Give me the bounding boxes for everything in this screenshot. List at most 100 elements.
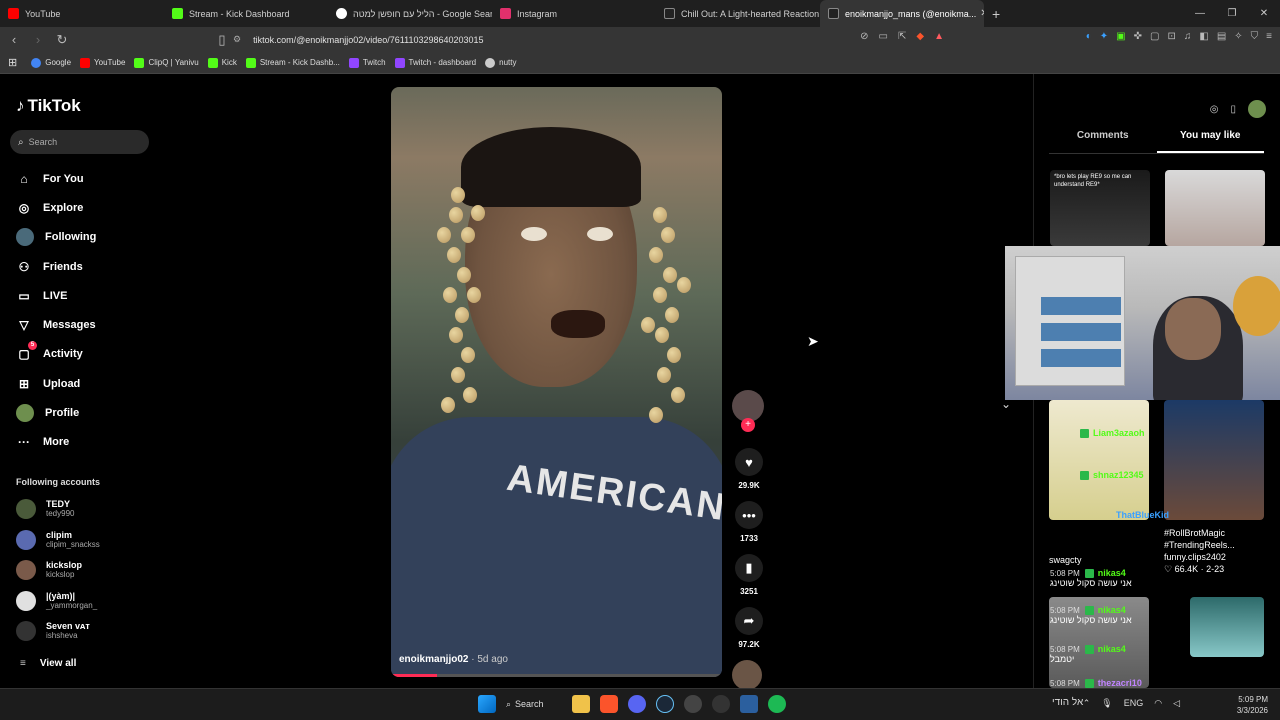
- following-account[interactable]: |(yàm)| _yammorgan_: [16, 586, 100, 617]
- brave-rewards-icon[interactable]: ▲: [934, 31, 944, 42]
- site-settings-icon[interactable]: ⚙: [233, 34, 241, 45]
- following-account[interactable]: Seven ᴠᴀᴛ ishsheva: [16, 616, 100, 647]
- following-account[interactable]: TEDY tedy990: [16, 494, 100, 525]
- chat-time: 5:08 PM: [1050, 645, 1080, 654]
- nav-more[interactable]: ··· More: [16, 428, 96, 457]
- nav-messages[interactable]: ▽ Messages: [16, 310, 96, 339]
- bookmark-nutty[interactable]: nutty: [485, 57, 516, 68]
- nav-activity[interactable]: ▢ 5 Activity: [16, 340, 96, 369]
- clock[interactable]: 5:09 PM 3/3/2026: [1237, 694, 1268, 716]
- address-bar-row: ‹ › ↻ ▯ ⚙ tiktok.com/@enoikmanjjo02/vide…: [0, 27, 1280, 52]
- tab-comments[interactable]: Comments: [1049, 130, 1157, 153]
- profile-avatar[interactable]: [1248, 100, 1266, 118]
- creator-avatar[interactable]: +: [732, 390, 764, 432]
- cast-icon[interactable]: ▭: [879, 31, 888, 42]
- bookmark-icon[interactable]: ▯: [212, 32, 232, 48]
- suggested-video-thumb[interactable]: *bro lets play RE9 so me can understand …: [1050, 170, 1150, 246]
- nav-for-you[interactable]: ⌂ For You: [16, 164, 96, 193]
- extension-2-icon[interactable]: ✦: [1100, 31, 1108, 42]
- weather-widget[interactable]: אל הודי: [1052, 697, 1083, 708]
- nav-profile[interactable]: Profile: [16, 398, 96, 427]
- share-action[interactable]: ➦ 97.2K: [732, 607, 766, 649]
- close-window-icon[interactable]: ✕: [1248, 0, 1280, 27]
- forward-icon[interactable]: ›: [28, 32, 48, 47]
- language-indicator[interactable]: ENG: [1124, 698, 1144, 709]
- nav-live[interactable]: ▭ LIVE: [16, 281, 96, 310]
- extension-6-icon[interactable]: ⊡: [1167, 31, 1175, 42]
- leo-icon[interactable]: ✧: [1234, 31, 1242, 42]
- tab-youtube[interactable]: YouTube: [0, 0, 164, 27]
- new-tab-icon[interactable]: +: [992, 6, 1000, 22]
- app-icon[interactable]: [712, 695, 730, 713]
- volume-icon[interactable]: ◁: [1173, 698, 1180, 709]
- bookmark-google[interactable]: Google: [31, 57, 71, 68]
- tab-chill-out[interactable]: Chill Out: A Light-hearted Reaction to..…: [656, 0, 820, 27]
- search-input[interactable]: ⌕ Search: [10, 130, 149, 154]
- following-account[interactable]: clipim clipim_snackss: [16, 525, 100, 556]
- bookmark-youtube[interactable]: YouTube: [80, 57, 125, 68]
- tab-instagram[interactable]: Instagram: [492, 0, 656, 27]
- file-explorer-icon[interactable]: [572, 695, 590, 713]
- bookmark-clipq[interactable]: ClipQ | Yanivu: [134, 57, 199, 68]
- video-actions: + ♥ 29.9K ••• 1733 ▮ 3251 ➦ 97.2K: [732, 390, 766, 690]
- mute-icon[interactable]: ⊘: [860, 31, 868, 42]
- taskbar-search[interactable]: ⌕ Search: [506, 699, 562, 710]
- bookmark-twitch[interactable]: Twitch: [348, 57, 386, 68]
- nav-upload[interactable]: ⊞ Upload: [16, 369, 96, 398]
- extension-3-icon[interactable]: ▣: [1116, 31, 1125, 42]
- music-disc-icon[interactable]: [732, 660, 762, 690]
- tab-kick-dashboard[interactable]: Stream - Kick Dashboard: [164, 0, 328, 27]
- back-icon[interactable]: ‹: [4, 32, 24, 47]
- extension-4-icon[interactable]: ✜: [1134, 31, 1142, 42]
- bookmark-kick-dashboard[interactable]: Stream - Kick Dashb...: [245, 57, 340, 68]
- video-player[interactable]: AMERICAN enoikmanjjo02 · 5d ago: [391, 87, 722, 677]
- reload-icon[interactable]: ↻: [52, 32, 72, 48]
- scroll-down-icon[interactable]: ⌄: [994, 393, 1018, 415]
- mic-icon[interactable]: 🎙: [1101, 698, 1112, 709]
- sidebar-toggle-icon[interactable]: ◧: [1199, 31, 1208, 42]
- bookmark-twitch-dashboard[interactable]: Twitch - dashboard: [394, 57, 476, 68]
- wallet-icon[interactable]: ▤: [1217, 31, 1226, 42]
- brave-icon[interactable]: [600, 695, 618, 713]
- chevron-up-icon[interactable]: ⌃: [1083, 698, 1091, 709]
- tab-tiktok-active[interactable]: enoikmanjjo_mans (@enoikma...✕: [820, 0, 984, 27]
- like-action[interactable]: ♥ 29.9K: [732, 448, 766, 490]
- follow-plus-icon[interactable]: +: [741, 418, 755, 432]
- apps-grid-icon[interactable]: ⊞: [8, 56, 17, 69]
- tiktok-logo[interactable]: ♪ TikTok: [16, 96, 81, 116]
- save-action[interactable]: ▮ 3251: [732, 554, 766, 596]
- view-all-button[interactable]: ≡ View all: [20, 658, 76, 669]
- video-author[interactable]: enoikmanjjo02: [399, 654, 468, 665]
- tab-label: Chill Out: A Light-hearted Reaction to..…: [681, 8, 820, 19]
- tab-close-icon[interactable]: ✕: [976, 8, 984, 19]
- vpn-icon[interactable]: ⛉: [1251, 31, 1259, 42]
- nav-friends[interactable]: ⚇ Friends: [16, 252, 96, 281]
- following-account[interactable]: kickslop kickslop: [16, 555, 100, 586]
- nav-explore[interactable]: ◎ Explore: [16, 193, 96, 222]
- url-field[interactable]: ⚙ tiktok.com/@enoikmanjjo02/video/761110…: [233, 30, 953, 49]
- app-icon[interactable]: [740, 695, 758, 713]
- comment-action[interactable]: ••• 1733: [732, 501, 766, 543]
- music-icon[interactable]: ♫: [1184, 31, 1192, 42]
- bookmark-kick[interactable]: Kick: [207, 57, 237, 68]
- share-icon[interactable]: ⇱: [898, 31, 906, 42]
- extension-5-icon[interactable]: ▢: [1150, 31, 1159, 42]
- suggested-video-thumb[interactable]: [1165, 170, 1265, 246]
- discord-icon[interactable]: [628, 695, 646, 713]
- tab-google-search[interactable]: הליל עם חופשן למטה - Google Search: [328, 0, 492, 27]
- app-icon[interactable]: [684, 695, 702, 713]
- compass-icon[interactable]: ◎: [1210, 104, 1219, 115]
- minimize-icon[interactable]: —: [1184, 0, 1216, 27]
- phone-icon[interactable]: ▯: [1230, 104, 1236, 115]
- menu-icon[interactable]: ≡: [1266, 31, 1272, 42]
- steam-icon[interactable]: [656, 695, 674, 713]
- brave-shield-icon[interactable]: ◆: [916, 31, 924, 42]
- wifi-icon[interactable]: ◠: [1154, 698, 1162, 709]
- tab-you-may-like[interactable]: You may like: [1156, 130, 1264, 153]
- video-progress-bar[interactable]: [391, 674, 722, 677]
- extension-1-icon[interactable]: ◐: [1086, 31, 1092, 42]
- nav-following[interactable]: Following: [16, 223, 96, 252]
- windows-start-icon[interactable]: [478, 695, 496, 713]
- restore-icon[interactable]: ❐: [1216, 0, 1248, 27]
- spotify-icon[interactable]: [768, 695, 786, 713]
